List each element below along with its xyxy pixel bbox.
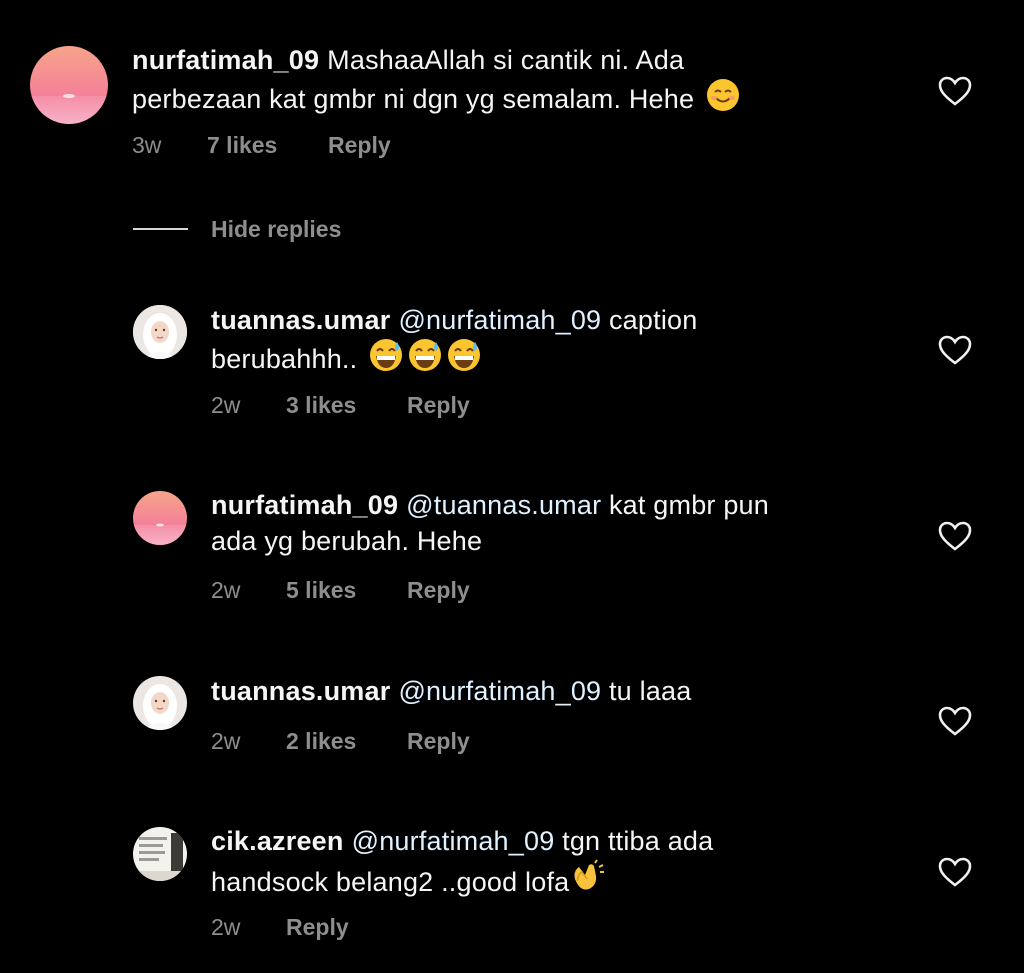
comment-meta: 2w 2 likes Reply — [211, 728, 470, 755]
comment-meta: 2w 5 likes Reply — [211, 577, 470, 604]
comment-text: tuannas.umar @nurfatimah_09 tu laaa — [211, 673, 951, 709]
comment-text: cik.azreen @nurfatimah_09 tgn ttiba ada h… — [211, 823, 951, 904]
username[interactable]: nurfatimah_09 — [211, 490, 398, 520]
heart-icon[interactable] — [938, 706, 972, 736]
reply-button[interactable]: Reply — [286, 914, 349, 941]
grinning-sweat-face-icon — [369, 338, 481, 381]
username[interactable]: nurfatimah_09 — [132, 45, 319, 75]
username[interactable]: tuannas.umar — [211, 676, 390, 706]
comment-meta: 3w 7 likes Reply — [132, 132, 391, 159]
heart-icon[interactable] — [938, 857, 972, 887]
timestamp: 2w — [211, 577, 241, 603]
comment-line: handsock belang2 ..good lofa — [211, 867, 570, 897]
reply-button[interactable]: Reply — [407, 392, 470, 419]
comment-text: tuannas.umar @nurfatimah_09 caption berub… — [211, 302, 951, 381]
likes-count[interactable]: 7 likes — [207, 132, 328, 159]
likes-count[interactable]: 5 likes — [286, 577, 407, 604]
mention-link[interactable]: @nurfatimah_09 — [352, 826, 555, 856]
comment-line: tgn ttiba ada — [562, 826, 714, 856]
hide-replies-line — [133, 228, 188, 230]
heart-icon[interactable] — [938, 521, 972, 551]
avatar[interactable] — [30, 46, 108, 124]
avatar[interactable] — [133, 305, 187, 359]
comment-text: nurfatimah_09 MashaaAllah si cantik ni. A… — [132, 42, 872, 121]
avatar[interactable] — [133, 491, 187, 545]
heart-icon[interactable] — [938, 76, 972, 106]
comment-line: ada yg berubah. Hehe — [211, 526, 483, 556]
clapping-hands-icon — [569, 859, 605, 904]
comment-line: caption — [608, 305, 698, 335]
avatar[interactable] — [133, 676, 187, 730]
username[interactable]: cik.azreen — [211, 826, 344, 856]
avatar[interactable] — [133, 827, 187, 881]
mention-link[interactable]: @nurfatimah_09 — [398, 676, 601, 706]
hide-replies-button[interactable]: Hide replies — [211, 216, 341, 243]
comment-line: berubahhh.. — [211, 344, 358, 374]
smiling-face-icon — [706, 78, 740, 121]
reply-button[interactable]: Reply — [407, 728, 470, 755]
reply-button[interactable]: Reply — [407, 577, 470, 604]
timestamp: 2w — [211, 914, 241, 940]
comment-meta: 2w 3 likes Reply — [211, 392, 470, 419]
timestamp: 2w — [211, 728, 241, 754]
comment-meta: 2w Reply — [211, 914, 349, 941]
username[interactable]: tuannas.umar — [211, 305, 390, 335]
likes-count[interactable]: 2 likes — [286, 728, 407, 755]
comment-line: kat gmbr pun — [608, 490, 769, 520]
comment-line: MashaaAllah si cantik ni. Ada — [327, 45, 685, 75]
comment-text: nurfatimah_09 @tuannas.umar kat gmbr pun … — [211, 487, 951, 559]
timestamp: 2w — [211, 392, 241, 418]
reply-button[interactable]: Reply — [328, 132, 391, 159]
timestamp: 3w — [132, 132, 162, 158]
heart-icon[interactable] — [938, 335, 972, 365]
comment-line: perbezaan kat gmbr ni dgn yg semalam. He… — [132, 84, 695, 114]
mention-link[interactable]: @tuannas.umar — [406, 490, 601, 520]
comment-line: tu laaa — [608, 676, 692, 706]
likes-count[interactable]: 3 likes — [286, 392, 407, 419]
mention-link[interactable]: @nurfatimah_09 — [398, 305, 601, 335]
